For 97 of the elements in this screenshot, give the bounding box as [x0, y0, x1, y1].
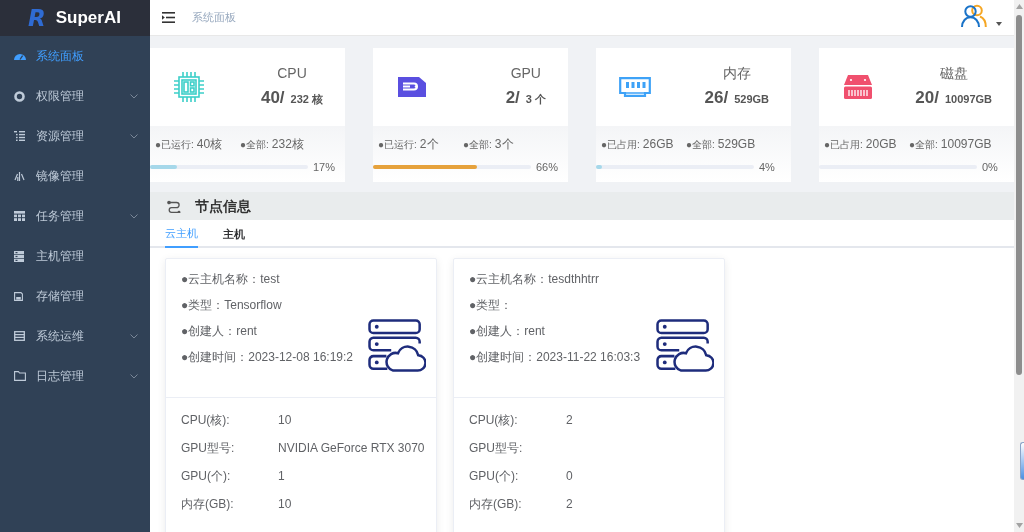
server-cloud-icon [656, 319, 714, 373]
stat-title: GPU [510, 64, 541, 82]
used-label: ●已占用: [601, 138, 640, 152]
tab[interactable]: 主机 [223, 220, 245, 248]
stat-total: 529GB [734, 92, 769, 107]
users-icon[interactable] [961, 3, 987, 28]
stat-total: 10097GB [944, 92, 992, 107]
spec-value: 10 [278, 496, 292, 513]
percent-text: 4% [759, 160, 775, 175]
stat-title: 内存 [722, 64, 751, 82]
total-value: 10097GB [940, 136, 992, 153]
percent-text: 66% [536, 160, 559, 175]
spec-label: GPU(个): [181, 468, 232, 485]
spec-value: 1 [278, 468, 285, 485]
graphics-card-icon [397, 76, 427, 98]
breadcrumb-item: 系统面板 [192, 10, 236, 26]
chip-icon [173, 71, 205, 103]
route-icon [167, 199, 181, 213]
sidebar-item[interactable]: 资源管理 [0, 116, 150, 156]
lines-icon [14, 171, 25, 181]
chevron-down-icon [130, 93, 138, 99]
section-title: 节点信息 [195, 196, 251, 216]
up-arrow-icon[interactable] [1015, 4, 1023, 9]
percent-text: 17% [313, 160, 336, 175]
used-value: 40核 [196, 136, 223, 153]
total-value: 232核 [271, 136, 304, 153]
info-text: ●创建时间：2023-11-22 16:03:3 [469, 349, 642, 366]
chevron-down-icon [130, 333, 138, 339]
spec-label: GPU型号: [469, 440, 524, 457]
logo-mark: R [28, 5, 46, 31]
spec-label: 内存(GB): [469, 496, 523, 513]
sidebar-item[interactable]: 权限管理 [0, 76, 150, 116]
spec-value: NVIDIA GeForce RTX 3070 [278, 440, 425, 457]
spec-value: 0 [566, 468, 573, 485]
sidebar-item[interactable]: 系统面板 [0, 36, 150, 76]
used-value: 20GB [865, 136, 897, 153]
caret-down-icon[interactable] [996, 21, 1002, 26]
chevron-down-icon [130, 133, 138, 139]
scrollbar-thumb[interactable] [1016, 15, 1022, 375]
ring-icon [14, 90, 25, 102]
info-text: ●创建时间：2023-12-08 16:19:2 [181, 349, 354, 366]
down-arrow-icon[interactable] [1015, 523, 1023, 528]
total-label: ●全部: [463, 138, 492, 152]
floppy-icon [14, 291, 23, 301]
server-icon [14, 250, 24, 262]
stat-total: 232 核 [290, 92, 323, 107]
server-cloud-icon [368, 319, 426, 373]
spec-value: 2 [566, 412, 573, 429]
percent-text: 0% [982, 160, 998, 175]
list-icon [14, 131, 25, 141]
used-label: ●已占用: [824, 138, 863, 152]
sidebar-item[interactable]: 镜像管理 [0, 156, 150, 196]
sidebar-item[interactable]: 任务管理 [0, 196, 150, 236]
stat-value: 2/ [505, 88, 520, 108]
stat-total: 3 个 [525, 92, 546, 107]
total-value: 3个 [494, 136, 514, 153]
spec-label: CPU(核): [469, 412, 519, 429]
spec-label: 内存(GB): [181, 496, 235, 513]
info-text: ●云主机名称：tesdthhtrr [469, 271, 600, 288]
sidebar-item[interactable]: 存储管理 [0, 276, 150, 316]
spec-label: CPU(核): [181, 412, 231, 429]
info-text: ●类型： [469, 297, 514, 314]
chevron-down-icon [130, 213, 138, 219]
total-label: ●全部: [240, 138, 269, 152]
total-label: ●全部: [686, 138, 715, 152]
info-text: ●创建人：rent [181, 323, 258, 340]
info-text: ●云主机名称：test [181, 271, 281, 288]
edge-tab[interactable] [1020, 442, 1024, 480]
spec-label: GPU(个): [469, 468, 520, 485]
stat-value: 40/ [260, 88, 285, 108]
stat-value: 26/ [704, 88, 729, 108]
stat-value: 20/ [915, 88, 939, 108]
used-label: ●已运行: [155, 138, 194, 152]
used-value: 2个 [419, 136, 439, 153]
grid-icon [14, 211, 25, 221]
memory-icon [619, 77, 651, 97]
sidebar-item[interactable]: 日志管理 [0, 356, 150, 396]
gauge-icon [14, 52, 26, 60]
app-title: SuperAI [55, 7, 121, 30]
stat-title: CPU [277, 64, 307, 82]
used-value: 26GB [642, 136, 674, 153]
spec-value: 10 [278, 412, 292, 429]
chevron-down-icon [130, 373, 138, 379]
info-text: ●创建人：rent [469, 323, 546, 340]
spec-label: GPU型号: [181, 440, 236, 457]
sidebar-item[interactable]: 系统运维 [0, 316, 150, 356]
stack-icon [14, 331, 25, 341]
total-value: 529GB [717, 136, 756, 153]
used-label: ●已运行: [378, 138, 417, 152]
stat-title: 磁盘 [939, 64, 968, 82]
info-text: ●类型：Tensorflow [181, 297, 283, 314]
sidebar-item[interactable]: 主机管理 [0, 236, 150, 276]
menu-icon[interactable] [162, 12, 175, 23]
hard-drive-icon [843, 74, 873, 100]
folder-icon [14, 371, 26, 381]
spec-value: 2 [566, 496, 573, 513]
total-label: ●全部: [909, 138, 938, 152]
